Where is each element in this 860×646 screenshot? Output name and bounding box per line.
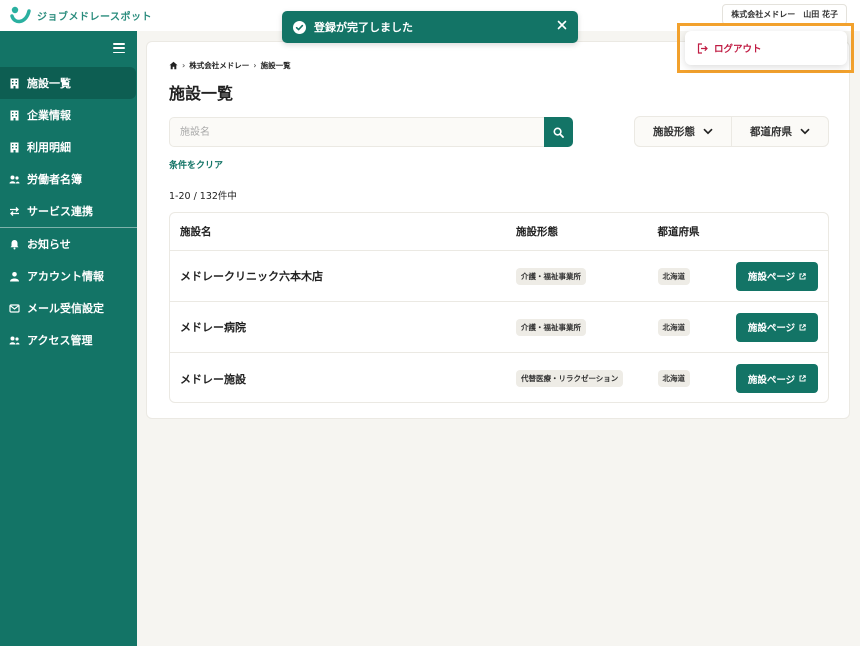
sidebar-item-access-management[interactable]: アクセス管理 xyxy=(0,324,137,356)
table-row: メドレークリニック六本木店 介護・福祉事業所 北海道 施設ページ xyxy=(170,251,828,302)
clear-filters-link[interactable]: 条件をクリア xyxy=(169,158,223,171)
sidebar-item-facility-list[interactable]: 施設一覧 xyxy=(0,67,136,99)
external-link-icon xyxy=(799,375,806,382)
sidebar-item-label: 施設一覧 xyxy=(27,77,71,90)
facility-page-button-label: 施設ページ xyxy=(747,272,796,283)
sidebar-item-label: サービス連携 xyxy=(27,205,93,218)
bell-icon xyxy=(10,239,19,249)
breadcrumb-separator: › xyxy=(253,61,257,70)
search-button[interactable] xyxy=(544,117,573,147)
facility-page-button-label: 施設ページ xyxy=(747,374,796,386)
breadcrumb-current: 施設一覧 xyxy=(260,61,291,70)
facility-name: メドレー施設 xyxy=(180,372,246,386)
chevron-down-icon xyxy=(703,128,713,135)
logo-text: ジョブメドレースポット xyxy=(37,11,152,23)
table-row: メドレー施設 代替医療・リラクゼーション 北海道 施設ページ xyxy=(170,353,828,402)
check-circle-icon xyxy=(293,20,306,34)
prefecture-filter-label: 都道府県 xyxy=(750,126,792,138)
sidebar-item-usage-details[interactable]: 利用明細 xyxy=(0,131,137,163)
swap-icon xyxy=(10,206,19,216)
facility-page-button[interactable]: 施設ページ xyxy=(736,364,819,393)
facility-page-button[interactable]: 施設ページ xyxy=(736,261,819,291)
facility-name: メドレー病院 xyxy=(180,321,246,334)
logout-menu-item[interactable]: ログアウト xyxy=(685,31,847,65)
sidebar: 施設一覧 企業情報 利用明細 労働者名簿 サービス連携 お知らせ アカウント情報 xyxy=(0,31,137,646)
sidebar-item-notices[interactable]: お知らせ xyxy=(0,228,137,260)
user-icon xyxy=(10,271,19,281)
page-title: 施設一覧 xyxy=(169,84,234,103)
prefecture-filter[interactable]: 都道府県 xyxy=(731,117,828,146)
success-toast: 登録が完了しました xyxy=(282,11,578,43)
column-header-type: 施設形態 xyxy=(515,226,558,238)
logout-label: ログアウト xyxy=(714,44,762,55)
prefecture-tag: 北海道 xyxy=(657,318,691,336)
external-link-icon xyxy=(799,272,806,279)
sidebar-item-label: 利用明細 xyxy=(27,141,71,154)
logo-icon xyxy=(10,6,31,24)
mail-icon xyxy=(9,303,20,313)
sidebar-item-label: 企業情報 xyxy=(27,109,71,122)
search-bar xyxy=(169,117,573,147)
user-name: 山田 花子 xyxy=(803,10,838,19)
sidebar-nav: 施設一覧 企業情報 利用明細 労働者名簿 サービス連携 お知らせ アカウント情報 xyxy=(0,67,137,356)
breadcrumb-separator: › xyxy=(182,61,186,70)
prefecture-tag: 北海道 xyxy=(657,267,691,285)
sidebar-item-worker-roster[interactable]: 労働者名簿 xyxy=(0,163,137,195)
building-icon xyxy=(10,78,19,88)
logout-icon xyxy=(697,42,708,54)
sidebar-item-label: お知らせ xyxy=(27,238,71,251)
facility-name: メドレークリニック六本木店 xyxy=(180,270,323,283)
column-header-name: 施設名 xyxy=(180,226,212,238)
result-count: 1-20 / 132件中 xyxy=(169,191,237,202)
table-row: メドレー病院 介護・福祉事業所 北海道 施設ページ xyxy=(170,302,828,353)
table-header: 施設名 施設形態 都道府県 xyxy=(170,213,828,251)
sidebar-item-label: メール受信設定 xyxy=(27,302,104,315)
sidebar-item-label: アクセス管理 xyxy=(27,334,93,347)
account-menu-button[interactable]: 株式会社メドレー 山田 花子 xyxy=(722,4,847,25)
column-header-prefecture: 都道府県 xyxy=(657,226,700,238)
search-input[interactable] xyxy=(169,117,544,147)
company-name: 株式会社メドレー xyxy=(731,10,796,19)
sidebar-item-company-info[interactable]: 企業情報 xyxy=(0,99,137,131)
facility-type-tag: 介護・福祉事業所 xyxy=(515,318,586,336)
users-icon xyxy=(9,175,20,183)
chevron-down-icon xyxy=(800,128,810,135)
search-icon xyxy=(553,126,564,138)
building-icon xyxy=(10,110,19,120)
prefecture-tag: 北海道 xyxy=(657,370,691,387)
sidebar-item-label: アカウント情報 xyxy=(27,270,104,283)
sidebar-item-label: 労働者名簿 xyxy=(27,173,82,186)
filter-group: 施設形態 都道府県 xyxy=(634,116,829,147)
sidebar-item-service-integration[interactable]: サービス連携 xyxy=(0,195,137,227)
facility-page-button[interactable]: 施設ページ xyxy=(736,312,819,342)
close-icon[interactable] xyxy=(557,20,567,30)
facility-type-filter-label: 施設形態 xyxy=(653,126,695,138)
home-icon[interactable] xyxy=(169,61,178,70)
toast-message: 登録が完了しました xyxy=(314,21,413,34)
facility-table: 施設名 施設形態 都道府県 メドレークリニック六本木店 介護・福祉事業所 北海道… xyxy=(169,212,829,403)
hamburger-menu-icon[interactable] xyxy=(113,43,125,53)
facility-list-card: › 株式会社メドレー › 施設一覧 施設一覧 施設形態 都道府県 条件をクリア … xyxy=(146,41,850,419)
breadcrumb-company[interactable]: 株式会社メドレー xyxy=(189,60,249,71)
sidebar-item-account-info[interactable]: アカウント情報 xyxy=(0,260,137,292)
facility-type-filter[interactable]: 施設形態 xyxy=(635,117,731,146)
building-icon xyxy=(10,142,19,152)
breadcrumb: › 株式会社メドレー › 施設一覧 xyxy=(169,60,291,71)
facility-type-tag: 代替医療・リラクゼーション xyxy=(515,370,624,387)
external-link-icon xyxy=(799,323,806,330)
users-icon xyxy=(9,336,20,344)
facility-page-button-label: 施設ページ xyxy=(747,323,796,334)
sidebar-item-mail-settings[interactable]: メール受信設定 xyxy=(0,292,137,324)
facility-type-tag: 介護・福祉事業所 xyxy=(515,267,586,285)
app-logo[interactable]: ジョブメドレースポット xyxy=(10,5,152,25)
